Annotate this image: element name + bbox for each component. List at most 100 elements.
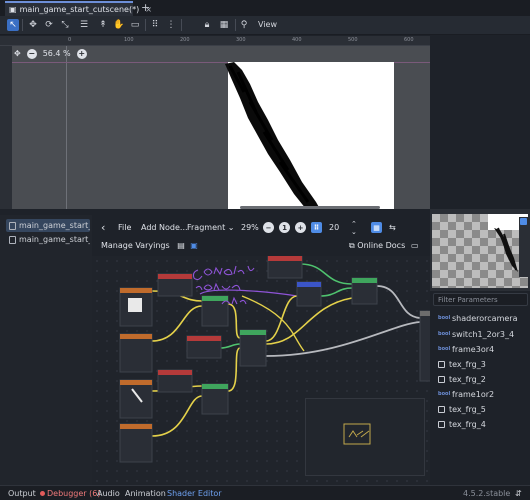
snap-grid-icon[interactable]: ⠿ — [149, 19, 161, 31]
bool-icon: bool — [438, 331, 451, 337]
file-name: main_game_start_... — [19, 235, 90, 244]
move-handle-icon[interactable]: ✥ — [14, 49, 21, 58]
arrange-nodes-icon[interactable]: ⇆ — [389, 223, 396, 232]
view-menu[interactable]: View — [258, 20, 277, 29]
animation-tab[interactable]: Animation — [125, 489, 166, 498]
viewport-scrollbar[interactable] — [240, 206, 380, 209]
graph-zoom-level[interactable]: 29% — [241, 223, 259, 232]
boolean-param-node — [157, 273, 193, 297]
zoom-out-icon[interactable]: − — [263, 222, 274, 233]
param-item[interactable]: bool switch1_2or3_4 — [438, 327, 514, 341]
snap-distance-input[interactable]: 20 — [329, 223, 339, 232]
bone-tool-icon[interactable]: ⚲ — [238, 19, 250, 31]
preview-toggle-icon[interactable] — [520, 218, 527, 225]
texture-node — [119, 423, 153, 463]
bool-icon: bool — [438, 391, 451, 397]
graph-minimap[interactable] — [305, 398, 425, 476]
file-icon[interactable]: ▤ — [177, 241, 185, 250]
vertical-ruler — [0, 46, 12, 209]
new-tab-button[interactable]: + — [141, 1, 150, 14]
zoom-level[interactable]: 56.4 % — [43, 49, 71, 58]
param-item[interactable]: bool shaderorcamera — [438, 311, 517, 325]
bool-icon: bool — [438, 315, 451, 321]
add-node-button[interactable]: Add Node... — [141, 223, 188, 232]
boolean-param-node — [157, 369, 193, 393]
online-docs-link[interactable]: ⧉ Online Docs — [349, 241, 405, 251]
zoom-in-icon[interactable]: + — [295, 222, 306, 233]
param-name: tex_frg_5 — [449, 404, 486, 414]
handwritten-annotation — [192, 265, 255, 305]
shader-file-icon — [9, 235, 16, 244]
scale-tool-icon[interactable]: ⤡ — [59, 19, 71, 31]
error-dot-icon — [40, 491, 45, 496]
chevron-down-icon: ⌄ — [227, 223, 235, 232]
panel-options-icon[interactable]: ⇵ — [515, 489, 522, 498]
output-node — [419, 310, 430, 382]
param-name: tex_frg_3 — [449, 359, 486, 369]
visual-shader-menu-icon[interactable]: ▭ — [411, 241, 419, 250]
shader-mode-select[interactable]: Fragment ⌄ — [187, 223, 234, 232]
minimap-toggle-icon[interactable]: ▦ — [371, 222, 382, 233]
cursor-tool-icon[interactable]: ↟ — [97, 19, 109, 31]
boolean-param-node — [186, 335, 222, 359]
ruler-mark: 200 — [180, 37, 190, 43]
ruler-mark: 0 — [68, 37, 72, 43]
preview-side-bar — [519, 217, 528, 277]
move-tool-icon[interactable]: ✥ — [27, 19, 39, 31]
snap-options-icon[interactable]: ⋮ — [165, 19, 177, 31]
debugger-tab[interactable]: Debugger (6) — [40, 489, 100, 498]
ruler-mark: 500 — [348, 37, 358, 43]
back-button[interactable]: ‹ — [101, 221, 105, 234]
group-icon[interactable]: ▦ — [218, 19, 230, 31]
external-link-icon: ⧉ — [349, 241, 355, 250]
param-name: tex_frg_4 — [449, 419, 486, 429]
select-list-icon[interactable]: ☰ — [78, 19, 90, 31]
boolean-param-node — [267, 256, 303, 279]
zoom-reset-icon[interactable]: 1 — [279, 222, 290, 233]
manage-varyings-button[interactable]: Manage Varyings — [101, 241, 170, 250]
snap-stepper-icon[interactable]: ⌃ ⌄ — [351, 220, 357, 236]
debugger-label: Debugger (6) — [47, 489, 101, 498]
param-item[interactable]: tex_frg_5 — [438, 402, 486, 416]
rotate-tool-icon[interactable]: ⟳ — [43, 19, 55, 31]
param-item[interactable]: tex_frg_4 — [438, 417, 486, 431]
pan-tool-icon[interactable]: ✋ — [113, 19, 125, 31]
param-name: switch1_2or3_4 — [452, 329, 515, 339]
output-tab[interactable]: Output — [8, 489, 36, 498]
texture-node — [119, 287, 153, 327]
lock-icon[interactable]: 🔒︎ — [201, 19, 213, 31]
zoom-in-button[interactable]: + — [76, 48, 87, 59]
texture-icon — [438, 405, 445, 413]
file-item[interactable]: main_game_start_... — [6, 233, 90, 246]
file-name: main_game_start_... — [19, 221, 90, 230]
snap-grid-toggle-icon[interactable]: ⠿ — [311, 222, 322, 233]
preview-icon[interactable]: ▣ — [190, 241, 198, 250]
texture-icon — [438, 360, 445, 368]
select-tool-icon[interactable]: ↖ — [7, 19, 19, 31]
param-item[interactable]: tex_frg_2 — [438, 372, 486, 386]
minimap-viewport — [343, 423, 371, 445]
param-item[interactable]: bool frame1or2 — [438, 387, 494, 401]
ruler-mark: 100 — [124, 37, 134, 43]
tab-label: main_game_start_cutscene(*) — [19, 5, 140, 14]
texture-node — [119, 379, 153, 419]
varyings-row: Manage Varyings ▤ ▣ — [101, 241, 198, 254]
param-item[interactable]: tex_frg_3 — [438, 357, 486, 371]
shader-file-list — [0, 215, 92, 485]
param-item[interactable]: bool frame3or4 — [438, 342, 494, 356]
filter-parameters-input[interactable]: Filter Parameters — [433, 293, 528, 306]
scratch-drawing — [225, 62, 320, 209]
bool-icon: bool — [438, 346, 451, 352]
file-menu[interactable]: File — [118, 223, 131, 232]
ruler-mark: 400 — [292, 37, 302, 43]
param-name: tex_frg_2 — [449, 374, 486, 384]
online-docs-label: Online Docs — [357, 241, 406, 250]
tab-main-game-start-cutscene[interactable]: ▣ main_game_start_cutscene(*) × — [5, 1, 152, 16]
zoom-out-button[interactable]: − — [26, 48, 37, 59]
ruler-tool-icon[interactable]: ▭ — [129, 19, 141, 31]
switch-node — [239, 329, 267, 367]
shader-editor-tab[interactable]: Shader Editor — [167, 489, 222, 498]
zoom-controls: ✥ − 56.4 % + — [14, 47, 87, 60]
audio-tab[interactable]: Audio — [97, 489, 120, 498]
file-item[interactable]: main_game_start_... — [6, 219, 90, 232]
